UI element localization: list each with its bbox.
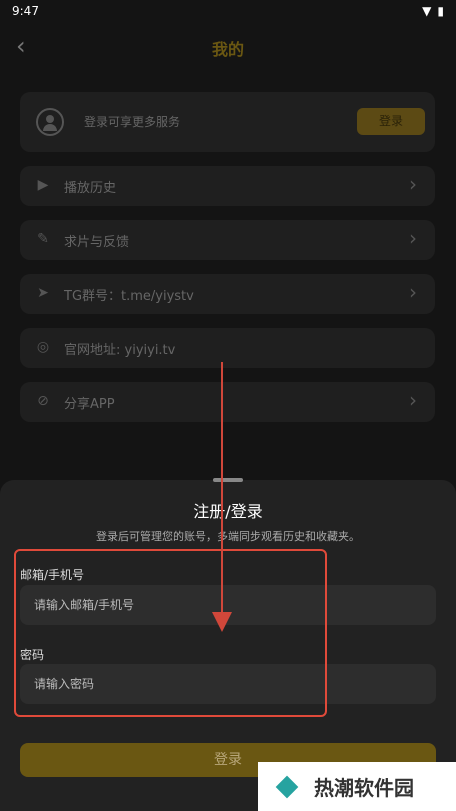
status-time: 9:47 [12,4,39,18]
sheet-title: 注册/登录 [193,502,263,521]
status-bar: 9:47 ▼ ▮ [0,0,456,22]
globe-icon: ◎ [36,339,50,355]
chevron-right-icon: › [409,172,417,196]
annotation-arrow-head-icon [212,612,232,632]
edit-icon: ✎ [37,231,49,247]
telegram-icon: ➤ [37,285,49,301]
page-title: 我的 [211,40,244,59]
chevron-right-icon: › [409,388,417,412]
menu-item-website[interactable]: ◎ 官网地址: yiyiyi.tv [20,328,435,368]
login-prompt: 登录可享更多服务 [84,115,181,129]
menu-item-telegram[interactable]: ➤ TG群号：t.me/yiystv › [20,274,435,314]
menu-item-label: TG群号：t.me/yiystv [64,289,194,304]
menu-item-play-history[interactable]: ▶ 播放历史 › [20,166,435,206]
watermark-text: 热潮软件园 [314,776,414,800]
profile-card: 登录可享更多服务 登录 [20,92,435,152]
sheet-subtitle: 登录后可管理您的账号，多端同步观看历史和收藏夹。 [96,530,360,543]
battery-icon: ▮ [437,4,444,18]
menu-item-feedback[interactable]: ✎ 求片与反馈 › [20,220,435,260]
menu-item-label: 分享APP [64,397,115,412]
status-icons: ▼ ▮ [422,4,444,18]
menu-item-label: 播放历史 [64,181,117,196]
menu-item-label: 官网地址: yiyiyi.tv [64,343,176,358]
annotation-arrow-line [221,362,223,617]
chevron-right-icon: › [409,280,417,304]
menu-item-share[interactable]: ⊘ 分享APP › [20,382,435,422]
profile-login-button[interactable]: 登录 [357,108,425,135]
wifi-icon: ▼ [422,4,432,18]
share-icon: ⊘ [37,393,49,409]
watermark: 热潮软件园 [258,762,456,811]
watermark-logo-icon [272,772,302,802]
menu-item-label: 求片与反馈 [64,235,130,250]
highlight-box [14,549,327,717]
top-bar: ‹ 我的 [0,22,456,70]
chevron-right-icon: › [409,226,417,250]
play-history-icon: ▶ [37,177,49,193]
sheet-drag-handle[interactable] [213,478,243,482]
avatar-icon [36,108,64,136]
